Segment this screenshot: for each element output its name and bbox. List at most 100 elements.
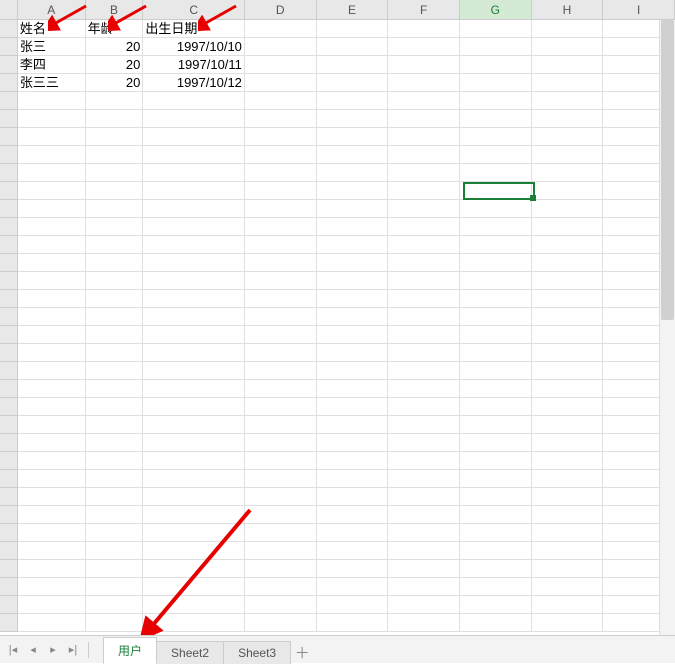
cell[interactable] <box>317 578 389 596</box>
cell[interactable] <box>388 488 460 506</box>
sheet-tab-user[interactable]: 用户 <box>103 637 157 664</box>
cell[interactable] <box>532 326 604 344</box>
cell[interactable] <box>18 380 86 398</box>
cell[interactable] <box>18 236 86 254</box>
cell[interactable] <box>18 92 86 110</box>
row-header[interactable] <box>0 254 18 272</box>
sheet-tab-sheet2[interactable]: Sheet2 <box>156 641 224 664</box>
cell[interactable] <box>532 254 604 272</box>
row-header[interactable] <box>0 128 18 146</box>
row-header[interactable] <box>0 596 18 614</box>
cell[interactable] <box>18 416 86 434</box>
cell[interactable] <box>388 524 460 542</box>
cell[interactable] <box>532 128 604 146</box>
cell[interactable] <box>245 20 317 38</box>
cell[interactable] <box>317 362 389 380</box>
cell[interactable] <box>317 56 389 74</box>
cell[interactable] <box>317 200 389 218</box>
cell[interactable] <box>143 254 245 272</box>
cell[interactable] <box>18 146 86 164</box>
cell[interactable] <box>317 92 389 110</box>
cell[interactable] <box>143 362 245 380</box>
cell[interactable] <box>143 596 245 614</box>
cell[interactable] <box>18 524 86 542</box>
cell[interactable] <box>532 290 604 308</box>
cell[interactable] <box>245 506 317 524</box>
cell[interactable] <box>532 434 604 452</box>
cell[interactable] <box>317 542 389 560</box>
cell[interactable] <box>245 272 317 290</box>
cell[interactable] <box>143 164 245 182</box>
cell[interactable] <box>388 452 460 470</box>
cell[interactable] <box>532 380 604 398</box>
col-header-F[interactable]: F <box>388 0 460 20</box>
row-header[interactable] <box>0 524 18 542</box>
cell[interactable] <box>86 128 144 146</box>
cell[interactable] <box>532 146 604 164</box>
cell[interactable] <box>143 128 245 146</box>
cell[interactable] <box>317 488 389 506</box>
cell[interactable] <box>245 434 317 452</box>
cell[interactable] <box>388 308 460 326</box>
cell[interactable] <box>460 290 532 308</box>
cell[interactable] <box>388 92 460 110</box>
cell[interactable] <box>245 614 317 632</box>
cell[interactable] <box>245 488 317 506</box>
cell[interactable] <box>460 20 532 38</box>
cell[interactable] <box>532 416 604 434</box>
cell[interactable] <box>317 326 389 344</box>
row-header[interactable] <box>0 218 18 236</box>
cell[interactable] <box>317 290 389 308</box>
cell[interactable] <box>86 254 144 272</box>
row-header[interactable] <box>0 110 18 128</box>
cell[interactable] <box>460 74 532 92</box>
cell[interactable]: 20 <box>86 74 144 92</box>
cell[interactable] <box>143 218 245 236</box>
cell[interactable] <box>143 344 245 362</box>
cell[interactable] <box>317 524 389 542</box>
cell[interactable] <box>143 614 245 632</box>
cell[interactable] <box>245 38 317 56</box>
cell[interactable] <box>18 128 86 146</box>
cell[interactable] <box>388 326 460 344</box>
cell[interactable] <box>143 290 245 308</box>
cell[interactable] <box>143 92 245 110</box>
cell[interactable] <box>18 182 86 200</box>
cell[interactable] <box>317 218 389 236</box>
col-header-E[interactable]: E <box>317 0 389 20</box>
cell[interactable] <box>317 596 389 614</box>
cell[interactable] <box>388 236 460 254</box>
cell[interactable] <box>460 380 532 398</box>
cell[interactable] <box>460 542 532 560</box>
cell[interactable] <box>317 236 389 254</box>
row-header[interactable] <box>0 56 18 74</box>
tab-last-icon[interactable]: ▸| <box>64 640 82 660</box>
cell[interactable] <box>86 560 144 578</box>
cell[interactable] <box>532 92 604 110</box>
row-header[interactable] <box>0 308 18 326</box>
cell[interactable] <box>86 506 144 524</box>
cell[interactable] <box>245 398 317 416</box>
cell[interactable] <box>532 452 604 470</box>
cell[interactable] <box>86 362 144 380</box>
cell[interactable] <box>18 506 86 524</box>
row-header[interactable] <box>0 20 18 38</box>
cell[interactable] <box>532 614 604 632</box>
cell[interactable] <box>460 434 532 452</box>
cell[interactable] <box>18 326 86 344</box>
cell[interactable] <box>86 488 144 506</box>
cell[interactable] <box>143 452 245 470</box>
row-header[interactable] <box>0 416 18 434</box>
cell[interactable] <box>317 344 389 362</box>
cell[interactable] <box>143 146 245 164</box>
row-header[interactable] <box>0 164 18 182</box>
cell[interactable]: 1997/10/12 <box>143 74 245 92</box>
cell[interactable] <box>86 272 144 290</box>
cell[interactable] <box>143 380 245 398</box>
cell[interactable] <box>460 326 532 344</box>
cell[interactable] <box>460 200 532 218</box>
cell[interactable] <box>86 164 144 182</box>
cell[interactable] <box>388 182 460 200</box>
cell[interactable] <box>18 218 86 236</box>
cell[interactable] <box>317 164 389 182</box>
